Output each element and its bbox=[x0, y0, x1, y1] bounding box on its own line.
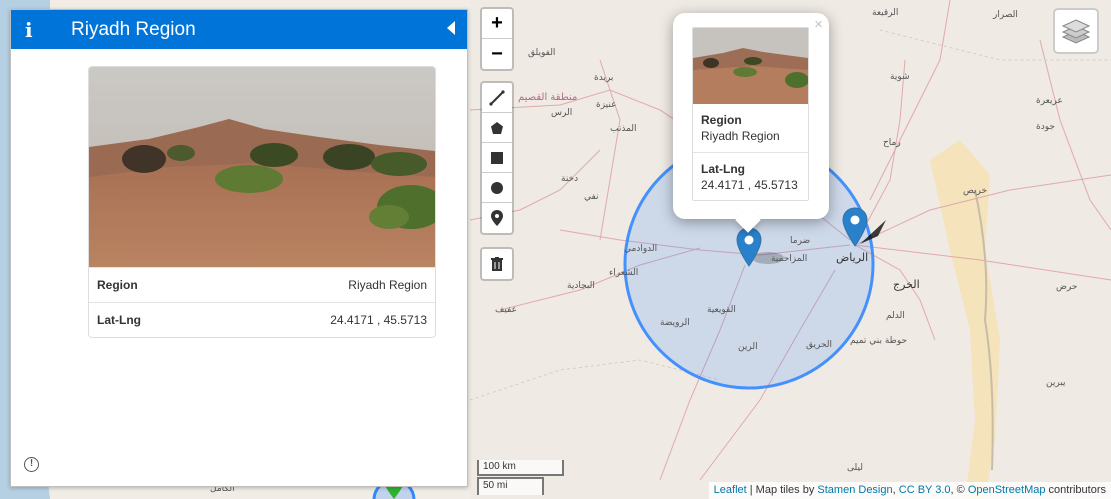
close-icon[interactable]: × bbox=[814, 16, 823, 33]
place-label: الرياض bbox=[836, 251, 869, 264]
place-label: عريعرة bbox=[1036, 96, 1063, 106]
place-label: نفي bbox=[584, 192, 599, 202]
place-label: خريص bbox=[963, 186, 988, 196]
scale-mi: 50 mi bbox=[477, 477, 544, 495]
draw-polyline-button[interactable] bbox=[482, 83, 512, 113]
popup-region-label: Region bbox=[701, 113, 742, 127]
popup-content: Region Riyadh Region Lat-Lng 24.4171 , 4… bbox=[692, 27, 809, 201]
place-label: الحريق bbox=[806, 340, 833, 350]
detail-row: Region Riyadh Region bbox=[89, 267, 435, 302]
place-label: يبرين bbox=[1046, 378, 1066, 388]
sidebar-title: Riyadh Region bbox=[71, 19, 196, 40]
delete-layers-button[interactable] bbox=[482, 249, 512, 279]
place-label: حوطة بني تميم bbox=[850, 336, 908, 346]
osm-link[interactable]: OpenStreetMap bbox=[968, 484, 1046, 496]
draw-polygon-button[interactable] bbox=[482, 113, 512, 143]
place-label: حرض bbox=[1056, 282, 1078, 292]
row-key: Lat-Lng bbox=[97, 313, 141, 327]
place-label: الدوادمي bbox=[624, 244, 658, 254]
popup-region: Region Riyadh Region bbox=[693, 104, 808, 153]
place-label: الدلم bbox=[886, 311, 905, 321]
edit-toolbar bbox=[480, 247, 514, 281]
info-icon: i bbox=[25, 18, 33, 42]
layers-icon bbox=[1062, 19, 1090, 44]
stamen-link[interactable]: Stamen Design bbox=[817, 484, 892, 496]
place-label: الرقيعة bbox=[872, 8, 899, 18]
place-label: الرويضة bbox=[660, 318, 690, 328]
place-label: ضرما bbox=[790, 236, 811, 246]
place-label: الخرج bbox=[893, 278, 920, 291]
place-label: الرس bbox=[551, 108, 573, 118]
attribution: Leaflet | Map tiles by Stamen Design, CC… bbox=[708, 482, 1111, 499]
place-label: الفويلق bbox=[528, 48, 556, 58]
polyline-icon bbox=[489, 89, 505, 106]
place-label: عنيزة bbox=[596, 100, 617, 110]
region-photo bbox=[89, 67, 435, 267]
place-label: شوية bbox=[890, 72, 910, 82]
draw-rectangle-button[interactable] bbox=[482, 143, 512, 173]
zoom-in-button[interactable]: + bbox=[482, 9, 512, 39]
alert-icon[interactable]: ! bbox=[24, 457, 39, 472]
place-label: بريدة bbox=[594, 73, 614, 83]
attribution-text: | Map tiles by bbox=[746, 484, 818, 496]
region-card: Region Riyadh Region Lat-Lng 24.4171 , 4… bbox=[88, 66, 436, 338]
row-value: Riyadh Region bbox=[348, 278, 427, 292]
map-marker-icon[interactable] bbox=[842, 207, 868, 247]
popup-photo bbox=[693, 28, 808, 104]
scale-km: 100 km bbox=[477, 460, 564, 476]
detail-row: Lat-Lng 24.4171 , 45.5713 bbox=[89, 302, 435, 337]
zoom-out-button[interactable]: − bbox=[482, 39, 512, 69]
polygon-icon bbox=[491, 121, 503, 134]
place-label: الصرار bbox=[993, 10, 1018, 20]
zoom-control: + − bbox=[480, 7, 514, 71]
popup-latlng: Lat-Lng 24.4171 , 45.5713 bbox=[693, 153, 808, 193]
sidebar-header: i Riyadh Region bbox=[11, 10, 467, 49]
rectangle-icon bbox=[491, 151, 503, 164]
place-label: رماح bbox=[883, 138, 901, 148]
attribution-text: contributors bbox=[1045, 484, 1106, 496]
license-link[interactable]: CC BY 3.0 bbox=[899, 484, 951, 496]
circle-icon bbox=[491, 181, 503, 194]
row-value: 24.4171 , 45.5713 bbox=[330, 313, 427, 327]
draw-marker-button[interactable] bbox=[482, 203, 512, 233]
place-label: ليلى bbox=[847, 463, 863, 473]
popup-latlng-value: 24.4171 , 45.5713 bbox=[701, 178, 798, 192]
attribution-text: , © bbox=[950, 484, 968, 496]
place-label: المذنب bbox=[610, 124, 637, 134]
marker-popup: × Region Riyadh Region Lat-Lng 24.4171 ,… bbox=[673, 13, 829, 233]
marker-icon bbox=[491, 210, 503, 226]
place-label: القويعية bbox=[707, 305, 736, 315]
place-label: دخنة bbox=[561, 174, 579, 184]
place-label: البجادية bbox=[567, 281, 595, 291]
place-label: عفيف bbox=[495, 305, 517, 315]
place-label: المزاحمية bbox=[771, 254, 808, 264]
draw-circle-button[interactable] bbox=[482, 173, 512, 203]
info-sidebar: i Riyadh Region Region Riyadh Region Lat… bbox=[10, 9, 468, 487]
layers-control[interactable] bbox=[1053, 8, 1099, 54]
popup-latlng-label: Lat-Lng bbox=[701, 162, 745, 176]
map-marker-icon[interactable] bbox=[736, 227, 762, 267]
trash-icon bbox=[491, 257, 503, 271]
row-key: Region bbox=[97, 278, 138, 292]
popup-region-value: Riyadh Region bbox=[701, 129, 780, 143]
collapse-left-icon[interactable] bbox=[447, 21, 455, 35]
draw-toolbar bbox=[480, 81, 514, 235]
place-label: الشعراء bbox=[609, 268, 639, 278]
place-label: منطقة القصيم bbox=[518, 92, 578, 103]
leaflet-link[interactable]: Leaflet bbox=[714, 484, 747, 496]
place-label: الرين bbox=[738, 342, 758, 352]
place-label: جودة bbox=[1036, 122, 1055, 132]
